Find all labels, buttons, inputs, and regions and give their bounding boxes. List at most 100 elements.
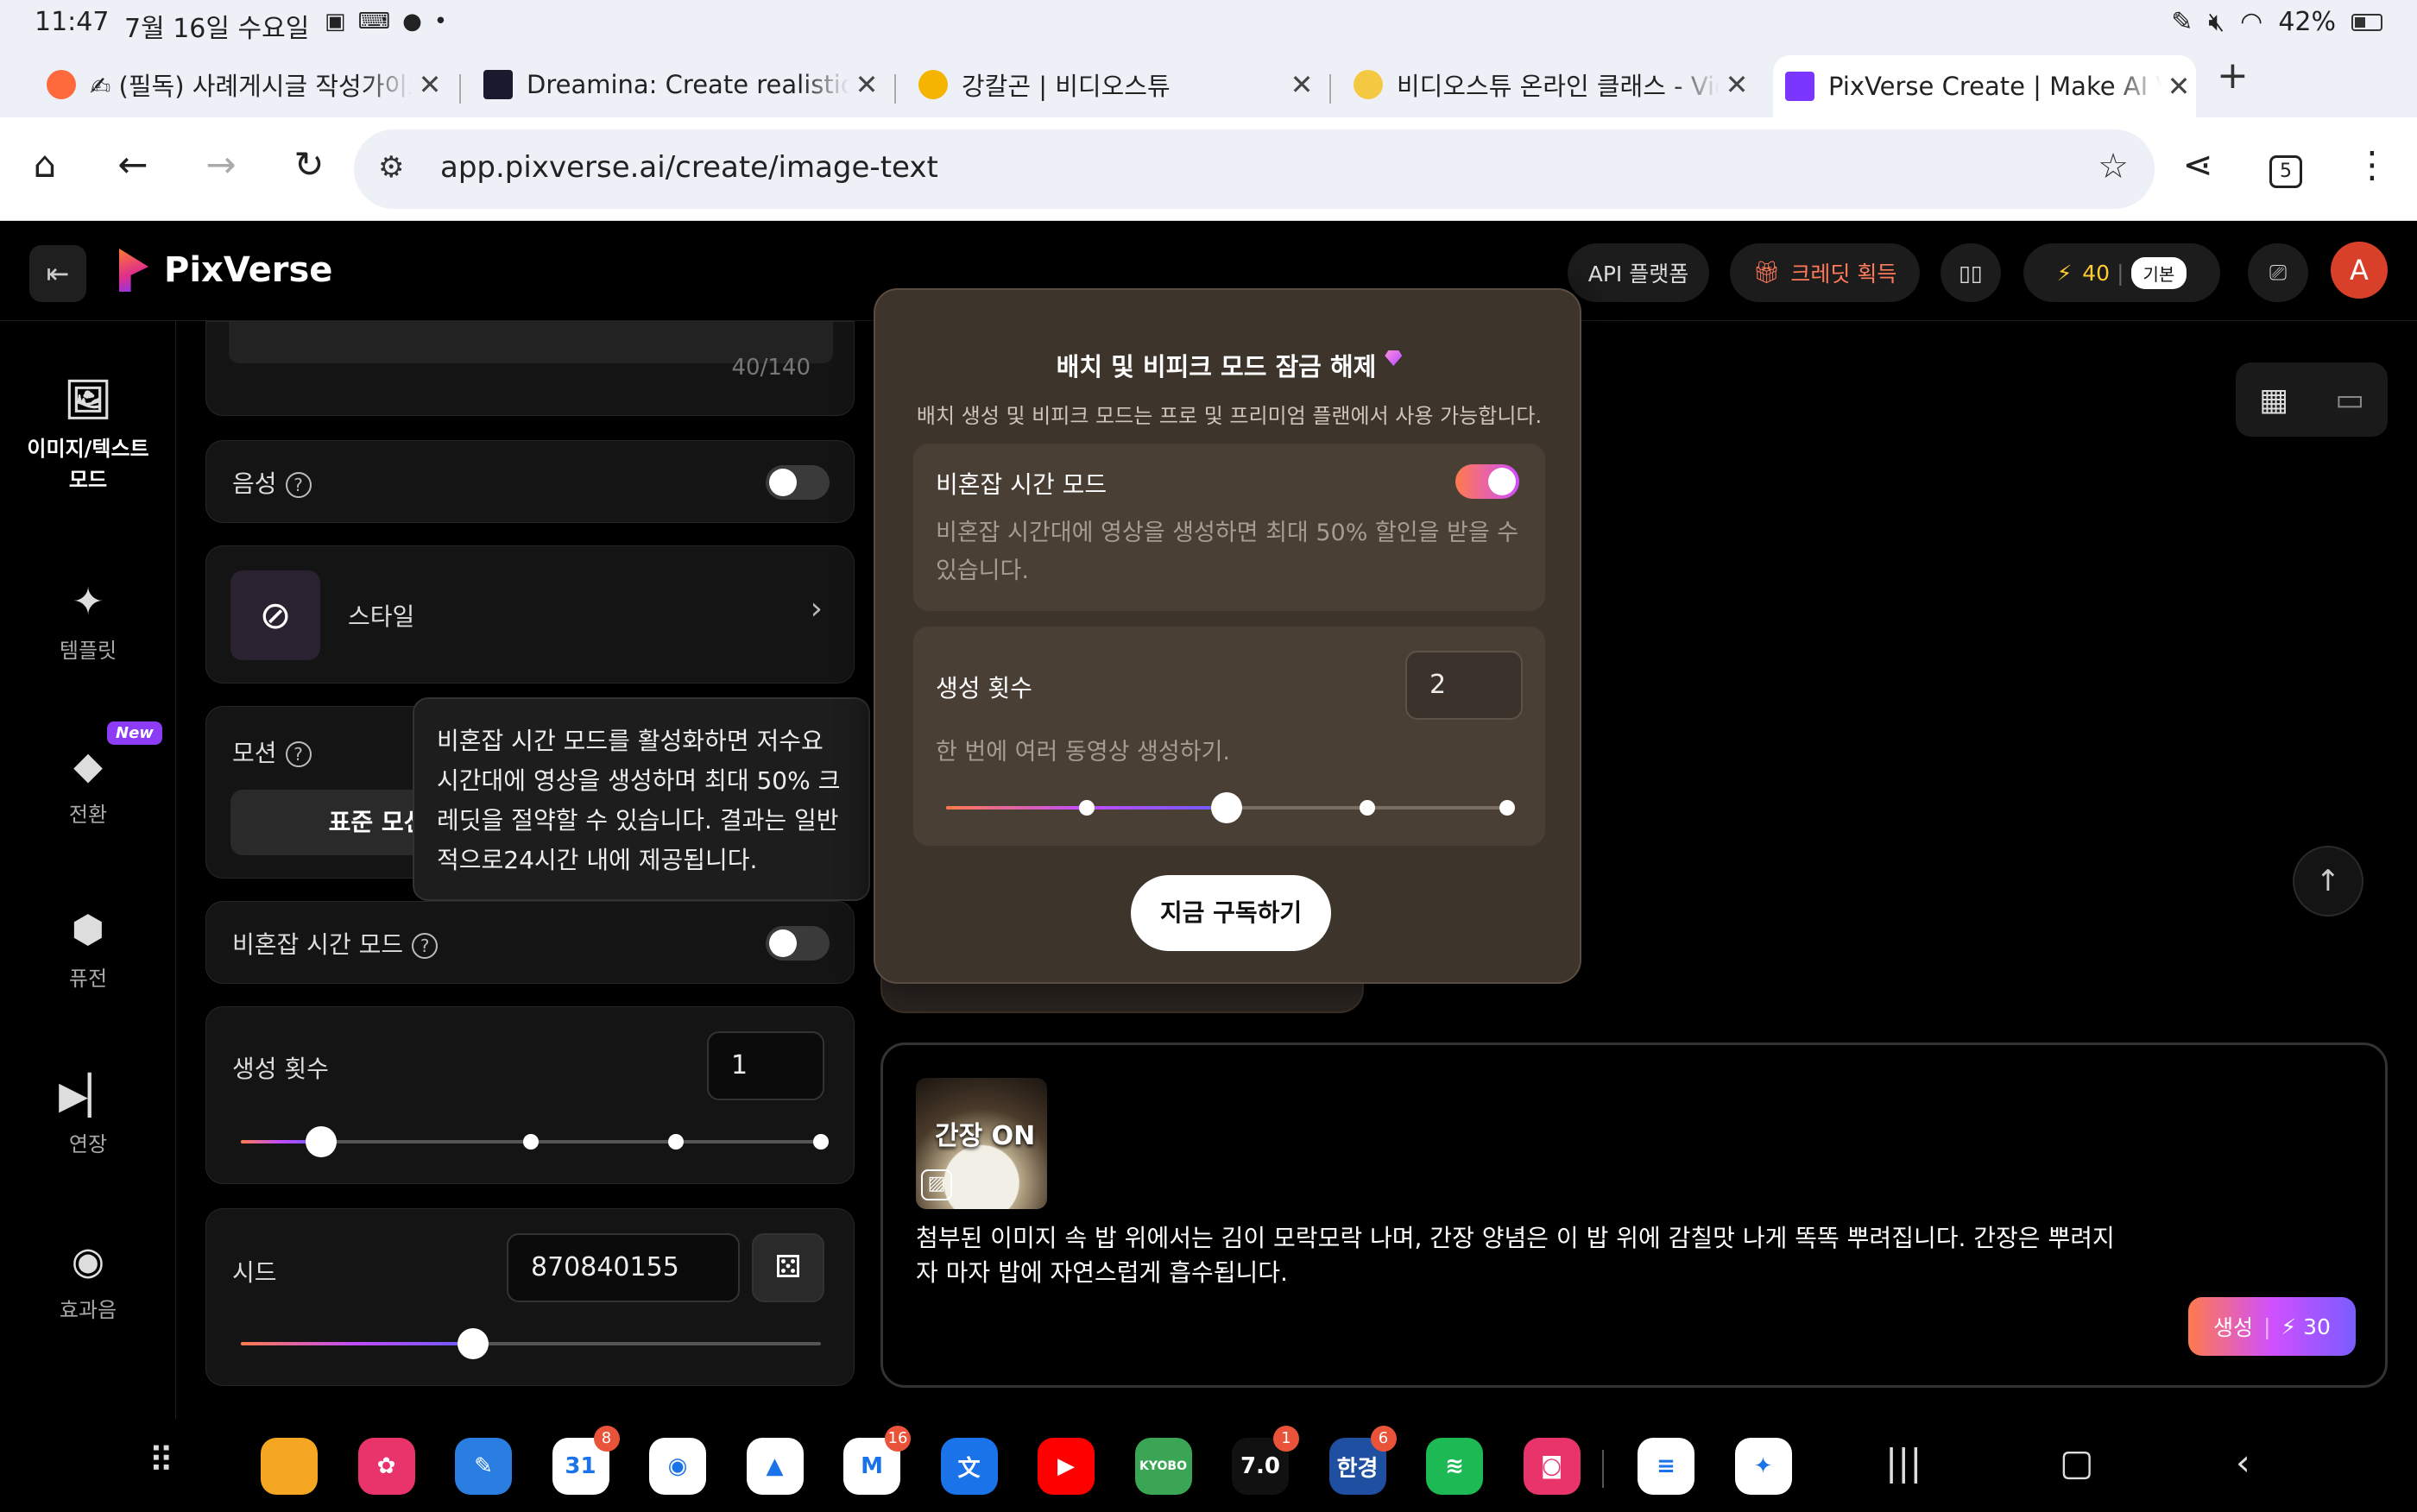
- help-icon[interactable]: ?: [412, 933, 439, 959]
- home-icon[interactable]: ⌂: [19, 143, 71, 186]
- forward-icon[interactable]: →: [195, 143, 247, 186]
- close-icon[interactable]: ✕: [849, 68, 884, 101]
- gmail-app[interactable]: M 16: [843, 1426, 911, 1495]
- prompt-box[interactable]: 간장 ON ▨ 첨부된 이미지 속 밥 위에서는 김이 모락모락 나며, 간장 …: [880, 1043, 2388, 1388]
- close-icon[interactable]: ✕: [2161, 70, 2196, 103]
- address-row: ⌂ ← → ↻ ⚙ app.pixverse.ai/create/image-t…: [0, 117, 2417, 221]
- list-view-icon[interactable]: ▭: [2335, 382, 2364, 418]
- tab-2[interactable]: Dreamina: Create realistic talking ✕: [471, 59, 884, 110]
- earn-credits-button[interactable]: 🎁︎ 크레딧 획득: [1730, 243, 1920, 302]
- bookmark-star-icon[interactable]: ☆: [2098, 147, 2129, 186]
- nav-transition[interactable]: ◆ 전환: [0, 744, 176, 830]
- gemini-app[interactable]: ✦: [1734, 1438, 1792, 1495]
- recents-icon[interactable]: |||: [1885, 1441, 1922, 1484]
- attached-image[interactable]: 간장 ON ▨: [916, 1078, 1047, 1209]
- tab-3[interactable]: 강칼곤 | 비디오스튜 ✕: [906, 59, 1319, 110]
- new-tab-icon[interactable]: +: [2217, 54, 2249, 98]
- slider-step[interactable]: [1078, 800, 1095, 816]
- nav-sound-effect[interactable]: ◉ 효과음: [0, 1239, 176, 1326]
- millie-app[interactable]: 7.0 1: [1232, 1426, 1299, 1495]
- style-icon: ⊘: [230, 570, 320, 660]
- site-settings-icon[interactable]: ⚙: [378, 150, 404, 185]
- dice-icon[interactable]: ⚄: [752, 1233, 824, 1302]
- tab-favicon: [47, 70, 76, 99]
- slider-step[interactable]: [1359, 800, 1375, 816]
- back-nav-icon[interactable]: ‹: [2236, 1441, 2250, 1484]
- generation-count-input[interactable]: 1: [707, 1031, 824, 1100]
- help-icon[interactable]: ?: [285, 472, 312, 498]
- youtube-app[interactable]: ▶: [1038, 1438, 1095, 1495]
- battery-level: 42%: [2278, 7, 2336, 37]
- pen-app[interactable]: ✎: [455, 1438, 512, 1495]
- help-icon[interactable]: ?: [285, 741, 312, 767]
- close-icon[interactable]: ✕: [413, 68, 447, 101]
- tab-1[interactable]: ✍ (필독) 사례게시글 작성가이드 ✕: [35, 59, 447, 110]
- reload-icon[interactable]: ↻: [283, 143, 335, 186]
- nav-fusion[interactable]: ⬢ 퓨전: [0, 908, 176, 994]
- feedback-icon[interactable]: ⎚: [2248, 243, 2308, 302]
- avatar[interactable]: A: [2331, 242, 2388, 299]
- api-platform-button[interactable]: API 플랫폼: [1568, 243, 1709, 302]
- prompt-text[interactable]: 첨부된 이미지 속 밥 위에서는 김이 모락모락 나며, 간장 양념은 이 밥 …: [916, 1221, 2124, 1290]
- slider-step[interactable]: [668, 1134, 684, 1150]
- spotify-app[interactable]: ≋: [1426, 1438, 1483, 1495]
- credits-balance-button[interactable]: ⚡ 40 | 기본: [2023, 243, 2220, 302]
- modal-offpeak-toggle[interactable]: [1455, 464, 1519, 499]
- style-card[interactable]: ⊘ 스타일 ›: [205, 545, 855, 684]
- status-right: ✎ 🔇︎ ◠ 42%: [2171, 7, 2382, 37]
- nav-template[interactable]: ✦ 템플릿: [0, 580, 176, 666]
- calendar-app[interactable]: 31 8: [552, 1426, 620, 1495]
- unlock-modal: 배치 및 비피크 모드 잠금 해제 배치 생성 및 비피크 모드는 프로 및 프…: [874, 288, 1581, 984]
- close-icon[interactable]: ✕: [1720, 68, 1754, 101]
- cube-icon: ⬢: [71, 908, 105, 952]
- offpeak-tooltip: 비혼잡 시간 모드를 활성화하면 저수요 시간대에 영상을 생성하며 최대 50…: [413, 697, 870, 901]
- slider-thumb[interactable]: [457, 1328, 489, 1359]
- audio-toggle[interactable]: [766, 465, 830, 500]
- tab-count-button[interactable]: 5: [2269, 155, 2302, 188]
- camera-app[interactable]: ◙: [1523, 1438, 1581, 1495]
- translate-app[interactable]: 文: [940, 1438, 998, 1495]
- modal-generation-count-input[interactable]: 2: [1405, 651, 1523, 720]
- modal-offpeak-desc: 비혼잡 시간대에 영상을 생성하면 최대 50% 할인을 받을 수 있습니다.: [936, 520, 1519, 584]
- more-menu-icon[interactable]: ⋮: [2346, 143, 2398, 186]
- app-drawer-icon[interactable]: ⠿: [148, 1441, 174, 1481]
- tab-4[interactable]: 비디오스튜 온라인 클래스 - Video ✕: [1341, 59, 1754, 110]
- slider-step[interactable]: [1499, 800, 1515, 816]
- tab-title: 비디오스튜 온라인 클래스 - Video: [1397, 72, 1720, 101]
- chevron-right-icon: ›: [810, 591, 823, 627]
- slider-step[interactable]: [523, 1134, 539, 1150]
- address-bar[interactable]: ⚙ app.pixverse.ai/create/image-text ☆: [354, 129, 2155, 209]
- subscribe-now-button[interactable]: 지금 구독하기: [1131, 875, 1331, 951]
- slider-step[interactable]: [813, 1134, 829, 1150]
- chrome-app[interactable]: ◉: [649, 1438, 706, 1495]
- grid-view-icon[interactable]: ▦: [2259, 382, 2288, 418]
- docs-app[interactable]: ≡: [1638, 1438, 1694, 1495]
- slider-thumb[interactable]: [306, 1126, 338, 1157]
- drive-app[interactable]: ▲: [746, 1438, 804, 1495]
- gallery-app[interactable]: ✿: [357, 1438, 415, 1495]
- share-icon[interactable]: ⋖: [2172, 143, 2224, 186]
- exit-icon[interactable]: ⇤: [29, 245, 86, 302]
- generate-button[interactable]: 생성 | ⚡ 30: [2188, 1297, 2356, 1356]
- modal-offpeak-card: 비혼잡 시간 모드 비혼잡 시간대에 영상을 생성하면 최대 50% 할인을 받…: [913, 444, 1545, 611]
- tab-favicon: [1354, 70, 1383, 99]
- nav-image-text-mode[interactable]: 🖼︎ 이미지/텍스트 모드: [0, 378, 176, 495]
- seed-input[interactable]: 870840155: [507, 1233, 740, 1302]
- tab-5-active[interactable]: PixVerse Create | Make AI Video ✕: [1773, 55, 2196, 117]
- close-icon[interactable]: ✕: [1284, 68, 1319, 101]
- back-icon[interactable]: ←: [107, 143, 159, 186]
- kyobo-app[interactable]: KYOBO: [1134, 1438, 1192, 1495]
- generation-count-slider[interactable]: [241, 1126, 829, 1157]
- scroll-up-icon[interactable]: ↑: [2293, 846, 2363, 917]
- modal-generation-slider[interactable]: [946, 792, 1515, 823]
- files-app[interactable]: [261, 1438, 318, 1495]
- offpeak-toggle[interactable]: [766, 926, 830, 961]
- seed-slider[interactable]: [241, 1328, 821, 1359]
- book-icon[interactable]: ▯▯: [1941, 243, 2001, 302]
- nav-extend[interactable]: ▶▏ 연장: [0, 1074, 176, 1160]
- slider-thumb[interactable]: [1211, 792, 1242, 823]
- url-text[interactable]: app.pixverse.ai/create/image-text: [440, 150, 938, 185]
- home-button-icon[interactable]: ▢: [2060, 1441, 2094, 1484]
- hankyung-app[interactable]: 한경 6: [1328, 1426, 1397, 1495]
- gem-icon: [1385, 350, 1403, 366]
